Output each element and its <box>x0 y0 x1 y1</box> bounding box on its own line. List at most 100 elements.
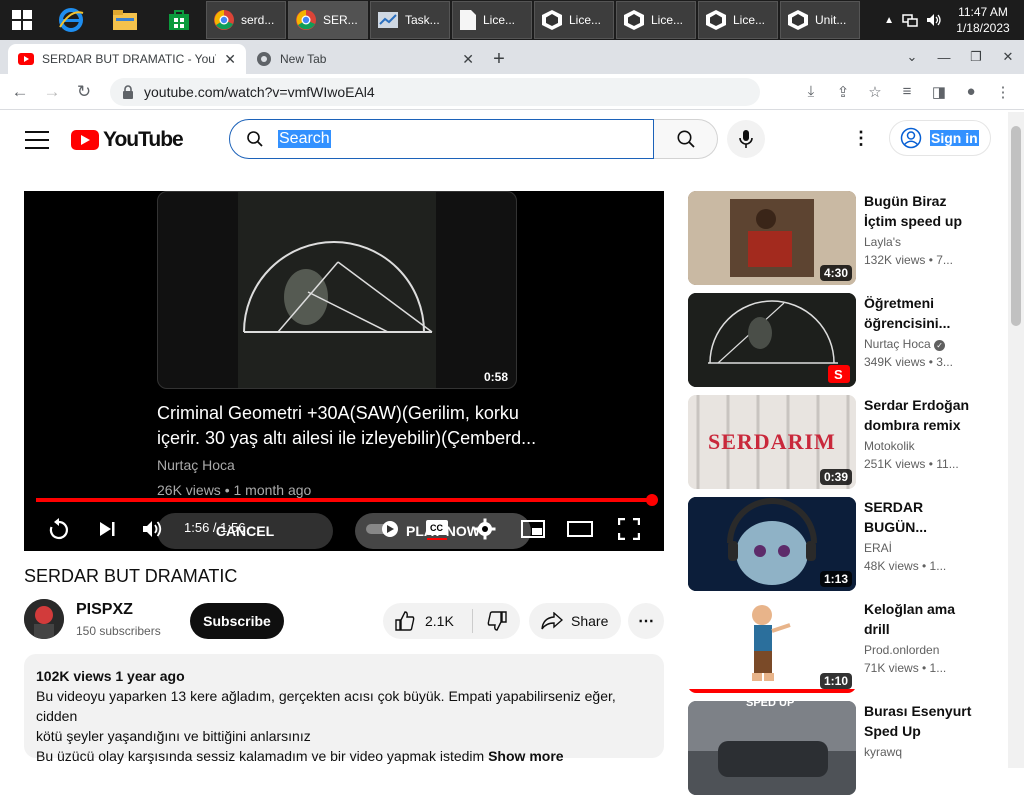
system-clock[interactable]: 11:47 AM 1/18/2023 <box>950 4 1016 36</box>
video-channel[interactable]: ERAİ <box>864 541 892 555</box>
tab-search-icon[interactable]: ⌄ <box>896 49 928 65</box>
mute-button[interactable] <box>140 511 166 547</box>
fullscreen-button[interactable] <box>616 511 642 547</box>
recommended-video[interactable]: SERDARIM 0:39 Serdar Erdoğan dombıra rem… <box>688 395 998 497</box>
reload-button[interactable]: ↻ <box>68 76 100 108</box>
close-tab-icon[interactable]: ✕ <box>224 51 236 68</box>
lock-icon[interactable] <box>122 84 134 99</box>
sign-in-button[interactable]: Sign in <box>889 120 991 156</box>
show-more-button[interactable]: Show more <box>488 748 563 764</box>
video-thumbnail[interactable]: 4:30 <box>688 191 856 285</box>
side-panel-icon[interactable]: ◨ <box>926 83 952 101</box>
bookmark-star-icon[interactable]: ☆ <box>862 83 888 101</box>
settings-button[interactable] <box>472 511 498 547</box>
video-thumbnail[interactable]: SPED UP <box>688 701 856 795</box>
channel-avatar[interactable] <box>24 599 64 639</box>
taskbar-unity-license-1[interactable]: Lice... <box>534 1 614 39</box>
youtube-logo[interactable]: YouTube <box>71 128 184 152</box>
video-thumbnail[interactable]: 1:13 <box>688 497 856 591</box>
address-bar[interactable]: youtube.com/watch?v=vmfWIwoEAl4 <box>110 77 760 106</box>
settings-menu-icon[interactable]: ⋮ <box>852 128 870 149</box>
next-button[interactable] <box>94 511 120 547</box>
recommended-video[interactable]: SPED UP Burası Esenyurt Sped Up kyrawq <box>688 701 998 803</box>
forward-button[interactable]: → <box>36 76 68 108</box>
more-actions-button[interactable]: ⋯ <box>628 603 664 639</box>
dislike-button[interactable] <box>473 611 520 631</box>
description-box[interactable]: 102K views 1 year ago Bu videoyu yaparke… <box>24 654 664 764</box>
subtitles-button[interactable]: CC <box>424 511 450 547</box>
search-input[interactable]: Search <box>229 119 654 159</box>
taskbar-unity-license-2[interactable]: Lice... <box>616 1 696 39</box>
share-button[interactable]: Share <box>529 603 621 639</box>
replay-button[interactable] <box>46 511 72 547</box>
video-channel[interactable]: Motokolik <box>864 439 915 453</box>
store-icon[interactable] <box>152 0 206 40</box>
network-icon[interactable] <box>902 13 918 27</box>
autoplay-toggle[interactable] <box>366 511 402 547</box>
close-tab-icon[interactable]: ✕ <box>462 51 474 68</box>
theater-mode-button[interactable] <box>566 511 594 547</box>
minimize-button[interactable]: — <box>928 50 960 65</box>
video-channel[interactable]: Nurtaç Hoca ✓ <box>864 337 946 351</box>
taskbar-license-document[interactable]: Lice... <box>452 1 532 39</box>
new-tab-button[interactable]: + <box>484 44 514 74</box>
taskbar-unity-license-3[interactable]: Lice... <box>698 1 778 39</box>
taskbar-unity-hub[interactable]: Unit... <box>780 1 860 39</box>
video-title[interactable]: Burası Esenyurt Sped Up <box>864 701 974 741</box>
clock-time: 11:47 AM <box>958 5 1008 19</box>
profile-icon[interactable]: ● <box>958 83 984 100</box>
taskbar-task-manager[interactable]: Task... <box>370 1 450 39</box>
recommended-video[interactable]: 1:13 SERDAR BUGÜN... ERAİ 48K views • 1.… <box>688 497 998 599</box>
next-video-title[interactable]: Criminal Geometri +30A(SAW)(Gerilim, kor… <box>157 401 537 451</box>
microphone-icon <box>739 130 753 148</box>
file-explorer-icon[interactable] <box>98 0 152 40</box>
chrome-menu-icon[interactable]: ⋮ <box>990 83 1016 101</box>
tab-new-tab[interactable]: New Tab ✕ <box>246 44 484 74</box>
voice-search-button[interactable] <box>727 120 765 158</box>
page-scrollbar[interactable] <box>1008 112 1024 768</box>
scrollbar-thumb[interactable] <box>1011 126 1021 326</box>
recommended-video[interactable]: 1:10 Keloğlan ama drill Prod.onlorden 71… <box>688 599 998 701</box>
video-owner-row: PISPXZ 150 subscribers Subscribe 2.1K Sh… <box>24 599 664 643</box>
next-video-thumbnail[interactable] <box>238 192 436 388</box>
video-player[interactable]: 0:58 Criminal Geometri +30A(SAW)(Gerilim… <box>24 191 664 551</box>
tab-youtube[interactable]: SERDAR BUT DRAMATIC - YouTube ✕ <box>8 44 246 74</box>
video-title[interactable]: Serdar Erdoğan dombıra remix <box>864 395 974 435</box>
video-title[interactable]: Keloğlan ama drill <box>864 599 974 639</box>
search-button[interactable] <box>654 119 718 159</box>
scrubber-handle[interactable] <box>646 494 658 506</box>
video-title[interactable]: Öğretmeni öğrencisini... <box>864 293 974 333</box>
volume-icon[interactable] <box>926 13 942 27</box>
recommended-video[interactable]: S Öğretmeni öğrencisini... Nurtaç Hoca ✓… <box>688 293 998 395</box>
guide-menu-icon[interactable] <box>25 131 49 149</box>
browser-tab-strip: SERDAR BUT DRAMATIC - YouTube ✕ New Tab … <box>0 40 1024 74</box>
share-page-icon[interactable]: ⇪ <box>830 83 856 101</box>
autoplay-next-card[interactable]: 0:58 <box>157 191 517 389</box>
video-thumbnail[interactable]: S <box>688 293 856 387</box>
install-app-icon[interactable]: ⤓ <box>798 83 824 100</box>
video-title[interactable]: Bugün Biraz İçtim speed up <box>864 191 974 231</box>
taskbar-chrome-window-2[interactable]: SER... <box>288 1 368 39</box>
video-channel[interactable]: Layla's <box>864 235 901 249</box>
back-button[interactable]: ← <box>4 76 36 108</box>
toolbar-actions: ⤓ ⇪ ☆ ≡ ◨ ● ⋮ <box>798 83 1024 101</box>
start-button[interactable] <box>0 0 44 40</box>
media-control-icon[interactable]: ≡ <box>894 83 920 100</box>
video-title[interactable]: SERDAR BUGÜN... <box>864 497 974 537</box>
recommended-video[interactable]: 4:30 Bugün Biraz İçtim speed up Layla's … <box>688 191 998 293</box>
channel-name[interactable]: PISPXZ <box>76 601 133 619</box>
miniplayer-button[interactable] <box>520 511 546 547</box>
restore-button[interactable]: ❐ <box>960 49 992 65</box>
subscribe-button[interactable]: Subscribe <box>190 603 284 639</box>
taskbar-chrome-window-1[interactable]: serd... <box>206 1 286 39</box>
video-channel[interactable]: kyrawq <box>864 745 902 759</box>
video-channel[interactable]: Prod.onlorden <box>864 643 939 657</box>
like-button[interactable]: 2.1K <box>383 609 473 633</box>
video-thumbnail[interactable]: SERDARIM 0:39 <box>688 395 856 489</box>
internet-explorer-icon[interactable] <box>44 0 98 40</box>
tray-overflow-icon[interactable]: ▲ <box>884 15 894 26</box>
close-window-button[interactable]: ✕ <box>992 49 1024 65</box>
progress-bar[interactable] <box>36 494 658 506</box>
like-count: 2.1K <box>425 613 454 629</box>
video-thumbnail[interactable]: 1:10 <box>688 599 856 693</box>
